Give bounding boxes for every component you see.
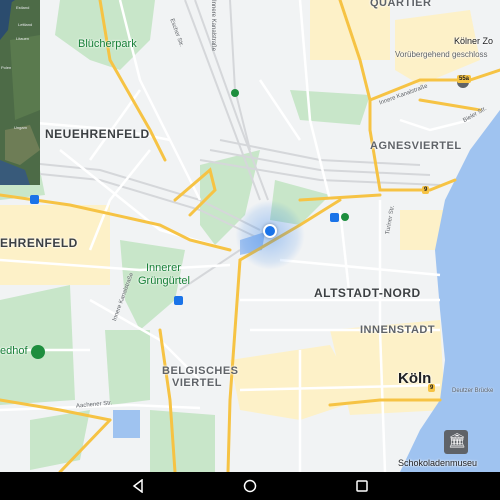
map-view[interactable]: Blücherpark NEUEHRENFELD EHRENFELD Inner… bbox=[0, 0, 500, 472]
system-navigation-bar bbox=[0, 472, 500, 500]
museum-icon-box bbox=[444, 430, 468, 454]
route-shield-55a: 55a bbox=[457, 75, 472, 83]
home-button[interactable] bbox=[239, 475, 261, 497]
back-button[interactable] bbox=[127, 475, 149, 497]
minimap-label-lettland: Lettland bbox=[18, 22, 33, 27]
route-shield-9a: 9 bbox=[422, 186, 430, 194]
circle-home-icon bbox=[243, 479, 257, 493]
route-shield-9b: 9 bbox=[428, 384, 436, 392]
overview-minimap[interactable]: Estland Lettland Litauen Polen Ungarn bbox=[0, 0, 40, 185]
minimap-label-litauen: Litauen bbox=[16, 36, 30, 41]
square-recents-icon bbox=[356, 480, 368, 492]
pond bbox=[113, 410, 140, 438]
minimap-label-ungarn: Ungarn bbox=[14, 125, 28, 130]
triangle-back-icon bbox=[132, 479, 143, 493]
current-location-marker[interactable] bbox=[263, 224, 277, 238]
minimap-label-polen: Polen bbox=[1, 65, 12, 70]
recents-button[interactable] bbox=[351, 475, 373, 497]
minimap-label-estland: Estland bbox=[16, 5, 30, 10]
